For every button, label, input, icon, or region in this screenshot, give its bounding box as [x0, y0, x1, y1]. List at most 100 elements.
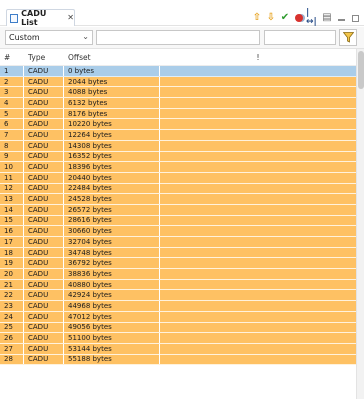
row-type-cell: CADU [24, 226, 64, 237]
check-icon[interactable]: ✔ [278, 11, 292, 25]
table-row[interactable]: 15 CADU 28616 bytes [0, 215, 356, 227]
table-row[interactable]: 24 CADU 47012 bytes [0, 311, 356, 323]
row-type-cell: CADU [24, 290, 64, 301]
table-row[interactable]: 5 CADU 8176 bytes [0, 108, 356, 120]
table-row[interactable]: 10 CADU 18396 bytes [0, 162, 356, 173]
table-row[interactable]: 8 CADU 14308 bytes [0, 140, 356, 152]
table-row[interactable]: 19 CADU 36792 bytes [0, 258, 356, 270]
filter-mode-value: Custom [9, 33, 40, 42]
row-type-cell: CADU [24, 215, 64, 226]
record-icon[interactable] [292, 11, 306, 25]
table-row[interactable]: 21 CADU 40880 bytes [0, 279, 356, 291]
row-offset-cell: 2044 bytes [64, 76, 160, 87]
maximize-icon[interactable] [348, 11, 362, 25]
row-type-cell: CADU [24, 76, 64, 87]
row-offset-cell: 49056 bytes [64, 322, 160, 333]
table-row[interactable]: 4 CADU 6132 bytes [0, 97, 356, 109]
row-type-cell: CADU [24, 322, 64, 333]
table-row[interactable]: 7 CADU 12264 bytes [0, 129, 356, 141]
row-type-cell: CADU [24, 204, 64, 215]
close-icon[interactable]: ✕ [67, 14, 74, 22]
row-offset-cell: 53144 bytes [64, 343, 160, 354]
arrow-up-icon[interactable]: ⇧ [250, 11, 264, 25]
row-offset-cell: 18396 bytes [64, 162, 160, 173]
scrollbar-thumb[interactable] [358, 51, 364, 89]
table-row[interactable]: 22 CADU 42924 bytes [0, 290, 356, 302]
row-number-cell: 23 [0, 300, 24, 311]
row-number-cell: 27 [0, 343, 24, 354]
row-type-cell: CADU [24, 194, 64, 205]
row-offset-cell: 22484 bytes [64, 183, 160, 194]
cadu-table: # Type Offset ! 1 CADU 0 bytes 2 CADU 2044 by… [0, 49, 356, 399]
view-toolbar: ⇧ ⇩ ✔ |↔| ▤ [250, 9, 362, 27]
row-number-cell: 16 [0, 226, 24, 237]
table-row[interactable]: 23 CADU 44968 bytes [0, 300, 356, 312]
row-offset-cell: 40880 bytes [64, 279, 160, 290]
row-number-cell: 2 [0, 76, 24, 87]
vertical-scrollbar[interactable] [356, 49, 364, 399]
filter-button[interactable] [339, 29, 357, 46]
table-row[interactable]: 26 CADU 51100 bytes [0, 333, 356, 344]
row-type-cell: CADU [24, 140, 64, 151]
column-header-offset[interactable]: Offset [64, 49, 160, 66]
table-row[interactable]: 25 CADU 49056 bytes [0, 322, 356, 334]
table-row[interactable]: 18 CADU 34748 bytes [0, 247, 356, 259]
row-offset-cell: 0 bytes [64, 65, 160, 76]
table-row[interactable]: 20 CADU 38836 bytes [0, 268, 356, 280]
table-row[interactable]: 14 CADU 26572 bytes [0, 204, 356, 216]
table-row[interactable]: 3 CADU 4088 bytes [0, 87, 356, 99]
row-number-cell: 28 [0, 354, 24, 365]
table-row[interactable]: 12 CADU 22484 bytes [0, 183, 356, 195]
row-type-cell: CADU [24, 343, 64, 354]
row-offset-cell: 32704 bytes [64, 236, 160, 247]
row-type-cell: CADU [24, 300, 64, 311]
column-header-number[interactable]: # [0, 49, 24, 66]
row-offset-cell: 38836 bytes [64, 268, 160, 279]
funnel-icon [342, 32, 354, 43]
row-type-cell: CADU [24, 311, 64, 322]
row-type-cell: CADU [24, 333, 64, 344]
table-row[interactable]: 13 CADU 24528 bytes [0, 194, 356, 205]
table-row[interactable]: 11 CADU 20440 bytes [0, 172, 356, 184]
row-offset-cell: 8176 bytes [64, 108, 160, 119]
tab-label: CADU List [21, 9, 47, 27]
table-row[interactable]: 2 CADU 2044 bytes [0, 76, 356, 88]
table-row[interactable]: 6 CADU 10220 bytes [0, 119, 356, 131]
filter-text-input[interactable] [96, 30, 260, 45]
table-row[interactable]: 28 CADU 55188 bytes [0, 354, 356, 366]
filter-secondary-input[interactable] [264, 30, 336, 45]
row-number-cell: 14 [0, 204, 24, 215]
row-number-cell: 9 [0, 151, 24, 162]
fit-columns-icon[interactable]: |↔| [306, 9, 320, 27]
row-number-cell: 5 [0, 108, 24, 119]
chevron-down-icon: ⌄ [82, 32, 89, 41]
row-offset-cell: 6132 bytes [64, 97, 160, 108]
row-type-cell: CADU [24, 129, 64, 140]
row-type-cell: CADU [24, 258, 64, 269]
print-icon[interactable]: ▤ [320, 11, 334, 25]
row-type-cell: CADU [24, 279, 64, 290]
row-offset-cell: 42924 bytes [64, 290, 160, 301]
filter-mode-select[interactable]: Custom ⌄ [5, 30, 93, 45]
table-row[interactable]: 1 CADU 0 bytes [0, 65, 356, 77]
view-tab-strip: CADU List ✕ ⇧ ⇩ ✔ |↔| ▤ [0, 0, 364, 27]
row-number-cell: 24 [0, 311, 24, 322]
row-number-cell: 12 [0, 183, 24, 194]
row-offset-cell: 20440 bytes [64, 172, 160, 183]
table-row[interactable]: 16 CADU 30660 bytes [0, 226, 356, 237]
minimize-icon[interactable] [334, 11, 348, 25]
table-row[interactable]: 17 CADU 32704 bytes [0, 236, 356, 248]
tab-cadu-list[interactable]: CADU List ✕ [6, 9, 75, 27]
row-number-cell: 21 [0, 279, 24, 290]
row-number-cell: 3 [0, 87, 24, 98]
table-row[interactable]: 27 CADU 53144 bytes [0, 343, 356, 355]
arrow-down-icon[interactable]: ⇩ [264, 11, 278, 25]
column-header-marker[interactable]: ! [160, 49, 356, 66]
column-header-type[interactable]: Type [24, 49, 64, 66]
table-row[interactable]: 9 CADU 16352 bytes [0, 151, 356, 163]
row-offset-cell: 30660 bytes [64, 226, 160, 237]
row-type-cell: CADU [24, 97, 64, 108]
table-body: 1 CADU 0 bytes 2 CADU 2044 bytes 3 CADU 4088 byt… [0, 65, 356, 366]
row-number-cell: 4 [0, 97, 24, 108]
row-offset-cell: 12264 bytes [64, 129, 160, 140]
